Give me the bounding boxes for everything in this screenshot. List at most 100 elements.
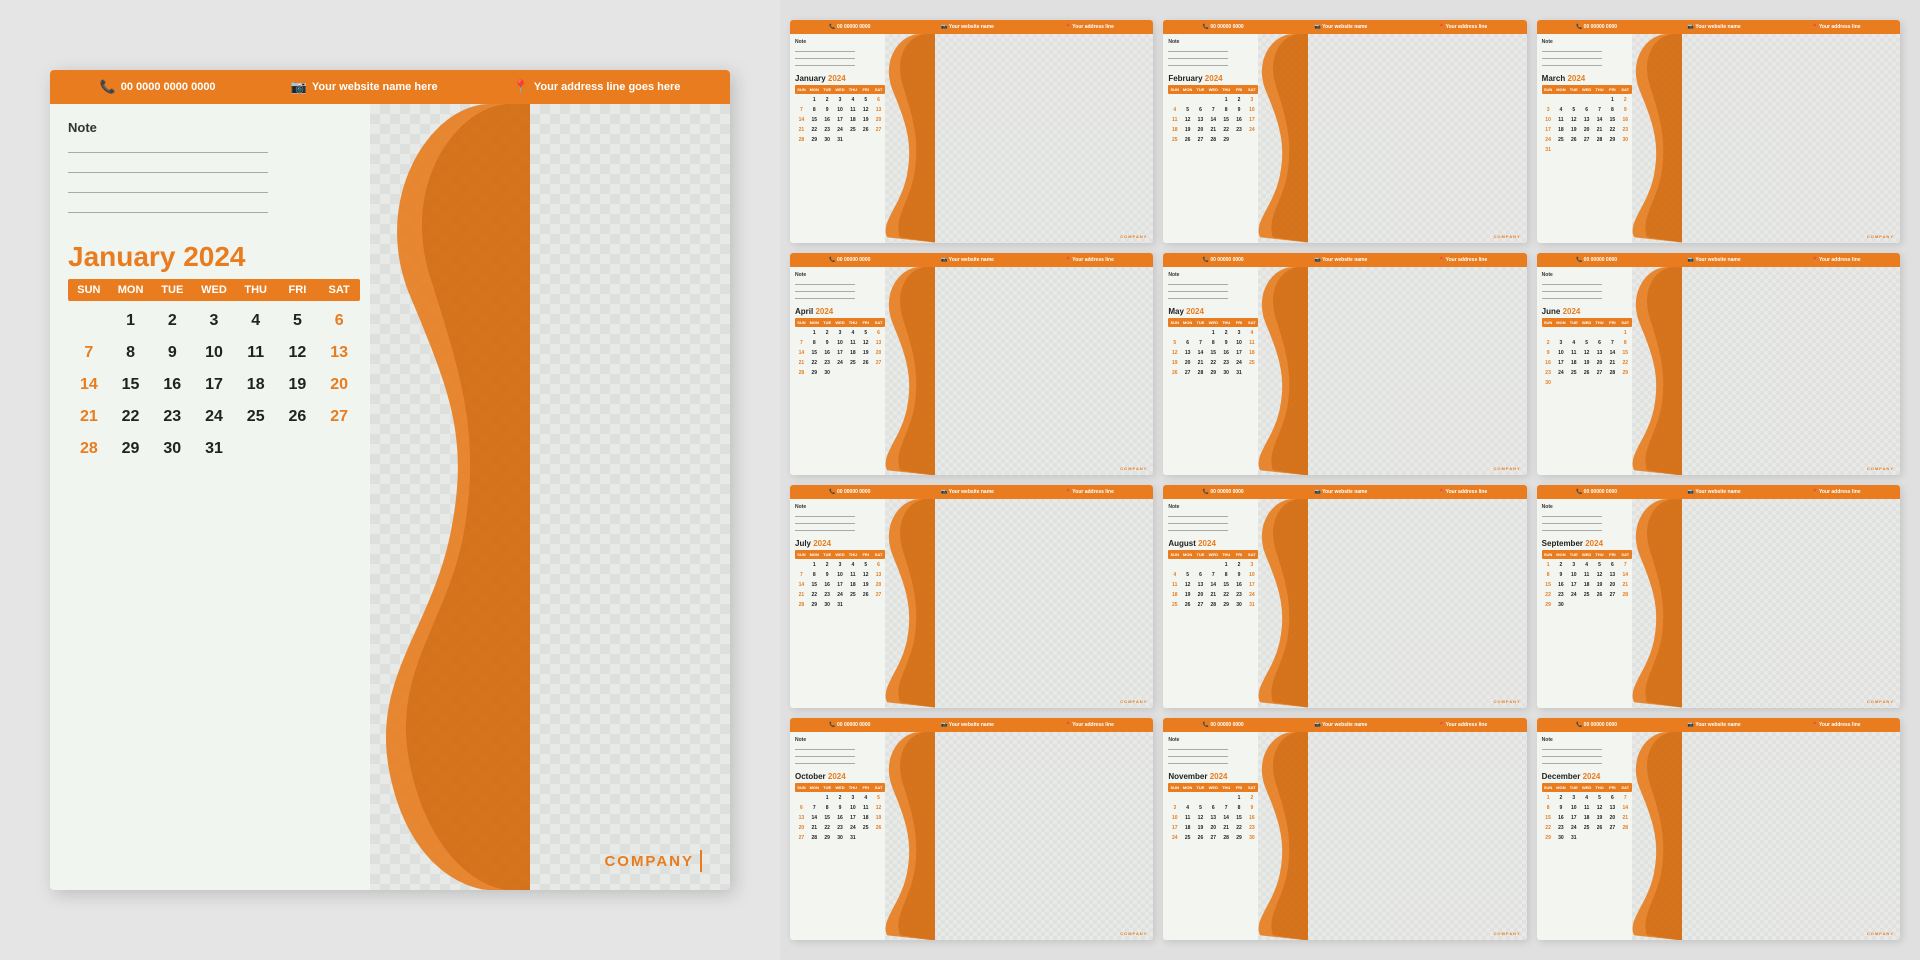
mini-cell: 26 <box>1593 590 1606 600</box>
mini-body: NoteApril 2024SUNMONTUEWEDTHUFRISAT12345… <box>790 267 1153 476</box>
mini-cell: 27 <box>1580 135 1593 145</box>
mini-cell: 24 <box>1168 833 1181 843</box>
mini-cell: 20 <box>1194 590 1207 600</box>
mini-cell: 22 <box>1233 823 1246 833</box>
mini-calendar-3: 📞 00 00000 0000📷 Your website name📍 Your… <box>1537 20 1900 243</box>
mini-cell: 20 <box>1606 580 1619 590</box>
mini-cell: 6 <box>1207 803 1220 813</box>
mini-body: NoteMarch 2024SUNMONTUEWEDTHUFRISAT12345… <box>1537 34 1900 243</box>
mini-cell: 7 <box>808 803 821 813</box>
mini-wave-svg <box>1258 34 1308 243</box>
mini-header-text: 📍 Your address line <box>1065 24 1114 30</box>
mini-cell: 19 <box>1181 590 1194 600</box>
mini-cell: 17 <box>834 580 847 590</box>
mini-day-header: THU <box>1593 85 1606 94</box>
main-container: 📞 00 0000 0000 0000 📷 Your website name … <box>0 0 1920 960</box>
cal-cell: 23 <box>151 401 193 433</box>
mini-cell: 29 <box>1220 600 1233 610</box>
mini-day-header: SUN <box>1168 318 1181 327</box>
mini-cell: 11 <box>1555 115 1568 125</box>
mini-cell: 8 <box>1220 570 1233 580</box>
mini-cell: 3 <box>1168 803 1181 813</box>
mini-note-line <box>795 745 855 750</box>
mini-cell: 1 <box>1220 560 1233 570</box>
mini-cell: 17 <box>834 115 847 125</box>
cal-cell: 6 <box>318 305 360 337</box>
mini-cell: 16 <box>821 348 834 358</box>
mini-cell: 1 <box>808 328 821 338</box>
mini-cell: 16 <box>821 580 834 590</box>
mini-day-header: MON <box>808 783 821 792</box>
mini-note-label: Note <box>1168 504 1258 510</box>
mini-cell: 25 <box>1168 135 1181 145</box>
mini-cell: 21 <box>795 125 808 135</box>
mini-day-header: THU <box>1220 85 1233 94</box>
mini-cell: 15 <box>808 348 821 358</box>
mini-day-header: TUE <box>1194 783 1207 792</box>
mini-day-header: SUN <box>1542 318 1555 327</box>
mini-day-header: TUE <box>1194 550 1207 559</box>
mini-cell: 19 <box>1567 125 1580 135</box>
mini-cell: 16 <box>1233 115 1246 125</box>
mini-cell: 6 <box>872 328 885 338</box>
mini-cell: 12 <box>1593 803 1606 813</box>
mini-cell: 24 <box>1542 135 1555 145</box>
mini-cell: 28 <box>795 135 808 145</box>
mini-cell <box>1580 95 1593 105</box>
mini-cell: 3 <box>834 328 847 338</box>
mini-cell: 5 <box>1593 560 1606 570</box>
mini-cell: 3 <box>834 95 847 105</box>
mini-day-header: SUN <box>795 783 808 792</box>
mini-body: NoteJuly 2024SUNMONTUEWEDTHUFRISAT123456… <box>790 499 1153 708</box>
mini-note-line <box>1168 752 1228 757</box>
mini-body: NoteAugust 2024SUNMONTUEWEDTHUFRISAT1234… <box>1163 499 1526 708</box>
year: 2024 <box>183 241 245 272</box>
mini-cell: 31 <box>1542 145 1555 155</box>
mini-header-text: 📞 00 00000 0000 <box>1576 722 1617 728</box>
cal-cell: 18 <box>235 369 277 401</box>
mini-day-header: WED <box>834 783 847 792</box>
mini-cell: 22 <box>1220 125 1233 135</box>
mini-calendar-grid: 1234567891011121314151617181920212223242… <box>795 560 885 610</box>
mini-cell: 9 <box>821 338 834 348</box>
mini-cell: 14 <box>1606 348 1619 358</box>
mini-cell: 17 <box>1567 813 1580 823</box>
calendar-body: Note January 2024 SUN MON <box>50 104 730 890</box>
mini-cell: 29 <box>808 368 821 378</box>
mini-cell: 30 <box>1542 378 1555 388</box>
mini-header-text: 📍 Your address line <box>1811 722 1860 728</box>
mini-cell <box>1555 95 1568 105</box>
mini-cell: 3 <box>846 793 859 803</box>
mini-cell: 17 <box>834 348 847 358</box>
mini-cell: 14 <box>795 580 808 590</box>
mini-day-header: TUE <box>821 550 834 559</box>
mini-wave-svg <box>1632 499 1682 708</box>
cal-cell: 5 <box>277 305 319 337</box>
mini-day-headers: SUNMONTUEWEDTHUFRISAT <box>1168 783 1258 792</box>
mini-note-line <box>1168 519 1228 524</box>
mini-day-header: THU <box>1220 318 1233 327</box>
mini-cell: 11 <box>1168 115 1181 125</box>
mini-note-line <box>1168 54 1228 59</box>
mini-cell: 17 <box>1567 580 1580 590</box>
mini-cell: 3 <box>834 560 847 570</box>
mini-cell: 1 <box>808 95 821 105</box>
mini-right-col: COMPANY <box>1632 499 1900 708</box>
mini-cell <box>1593 328 1606 338</box>
mini-cell <box>808 793 821 803</box>
mini-note-line <box>1542 519 1602 524</box>
mini-cell: 2 <box>821 95 834 105</box>
mini-cell: 26 <box>859 358 872 368</box>
mini-cell: 12 <box>859 570 872 580</box>
mini-cell: 6 <box>1593 338 1606 348</box>
mini-month-title: May 2024 <box>1168 307 1258 316</box>
note-label: Note <box>68 120 370 135</box>
mini-header-text: 📞 00 00000 0000 <box>1203 257 1244 263</box>
mini-day-header: MON <box>1181 318 1194 327</box>
mini-cell: 28 <box>1606 368 1619 378</box>
mini-cell: 23 <box>821 125 834 135</box>
mini-day-header: SAT <box>1619 85 1632 94</box>
mini-cell: 5 <box>1181 105 1194 115</box>
mini-cell: 9 <box>1233 570 1246 580</box>
mini-cell: 8 <box>1606 105 1619 115</box>
